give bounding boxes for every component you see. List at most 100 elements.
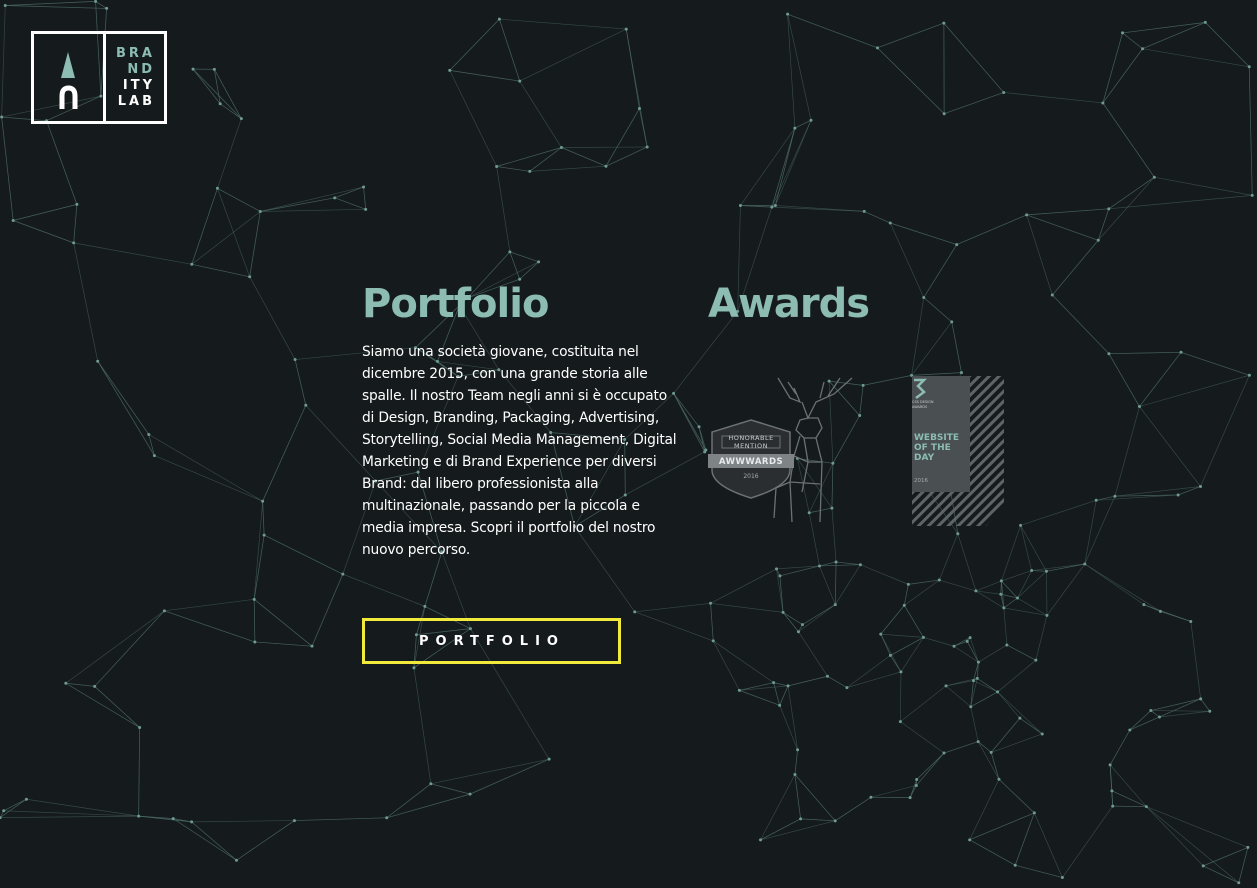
logo-wordmark: BRA ND ITY LAB <box>106 34 164 121</box>
network-line <box>97 361 155 456</box>
network-node <box>898 720 902 724</box>
network-node <box>1025 213 1029 217</box>
network-line <box>65 682 140 728</box>
network-line <box>1084 563 1145 605</box>
brandity-lab-logo[interactable]: BRA ND ITY LAB <box>31 31 167 124</box>
network-node <box>989 750 993 754</box>
network-line <box>864 211 891 224</box>
network-line <box>1031 570 1047 572</box>
network-node <box>0 115 4 119</box>
network-line <box>164 598 255 612</box>
network-line <box>430 783 471 795</box>
network-node <box>1152 175 1156 179</box>
network-line <box>65 610 165 684</box>
network-line <box>787 685 798 750</box>
network-line <box>798 631 828 677</box>
network-node <box>942 751 946 755</box>
network-line <box>739 682 774 691</box>
network-node <box>1189 619 1193 623</box>
network-line <box>1129 716 1160 731</box>
network-line <box>94 686 140 728</box>
network-node <box>950 320 954 324</box>
network-line <box>800 818 836 822</box>
network-node <box>448 68 452 72</box>
network-node <box>1108 763 1112 767</box>
network-node <box>738 204 742 208</box>
network-line <box>787 675 828 687</box>
network-node <box>999 579 1003 583</box>
network-line <box>1114 406 1140 497</box>
network-node <box>773 203 777 207</box>
network-line <box>1000 580 1002 595</box>
network-node <box>869 795 873 799</box>
network-line <box>923 637 955 647</box>
network-node <box>162 609 166 613</box>
network-line <box>260 186 364 212</box>
network-line <box>889 222 925 298</box>
network-node <box>942 112 946 116</box>
network-node <box>922 296 926 300</box>
network-node <box>879 632 883 636</box>
network-node <box>1032 811 1036 815</box>
css-year: 2016 <box>914 478 928 484</box>
network-node <box>899 670 903 674</box>
network-line <box>713 640 774 683</box>
network-node <box>1045 613 1049 617</box>
network-node <box>304 403 308 407</box>
network-line <box>334 186 364 199</box>
portfolio-button[interactable]: PORTFOLIO <box>362 618 621 664</box>
network-node <box>364 207 368 211</box>
awwwards-badge[interactable]: HONORABLE MENTION AWWWARDS 2016 <box>704 372 864 528</box>
network-line <box>712 640 740 691</box>
network-node <box>1096 238 1100 242</box>
network-node <box>955 243 959 247</box>
network-line <box>997 691 1043 735</box>
network-line <box>1015 864 1063 878</box>
network-line <box>249 211 261 277</box>
network-line <box>605 146 648 167</box>
network-line <box>779 705 798 750</box>
network-line <box>953 645 979 663</box>
network-line <box>740 127 796 206</box>
network-line <box>1248 66 1253 196</box>
network-line <box>760 818 801 841</box>
network-line <box>5 1 96 6</box>
network-node <box>952 644 956 648</box>
network-line <box>262 405 307 502</box>
network-node <box>11 218 15 222</box>
network-node <box>333 196 337 200</box>
network-node <box>262 533 266 537</box>
network-node <box>997 777 1001 781</box>
network-line <box>794 774 801 819</box>
network-line <box>834 564 861 605</box>
network-node <box>1199 697 1203 701</box>
network-line <box>1108 351 1182 355</box>
network-node <box>1113 494 1117 498</box>
network-line <box>1159 710 1210 718</box>
network-node <box>1101 101 1105 105</box>
network-line <box>1052 240 1099 296</box>
network-line <box>834 561 837 605</box>
network-line <box>977 678 998 693</box>
network-line <box>1046 563 1086 616</box>
network-line <box>973 680 998 693</box>
network-node <box>942 21 946 25</box>
network-node <box>191 67 195 71</box>
network-line <box>0 798 27 818</box>
network-line <box>819 564 861 567</box>
network-line <box>1139 374 1250 407</box>
network-line <box>1 117 14 221</box>
network-line <box>1180 351 1250 376</box>
css-design-awards-badge[interactable]: CSS DESIGN AWARDS WEBSITE OF THE DAY 201… <box>908 376 1004 526</box>
network-line <box>1102 102 1155 178</box>
network-line <box>449 70 497 167</box>
network-line <box>794 774 836 822</box>
network-node <box>1176 493 1180 497</box>
network-node <box>786 684 790 688</box>
network-line <box>787 13 878 49</box>
network-line <box>975 580 1002 592</box>
network-line <box>529 147 562 172</box>
network-node <box>72 241 76 245</box>
network-node <box>633 610 637 614</box>
network-line <box>5 5 107 9</box>
